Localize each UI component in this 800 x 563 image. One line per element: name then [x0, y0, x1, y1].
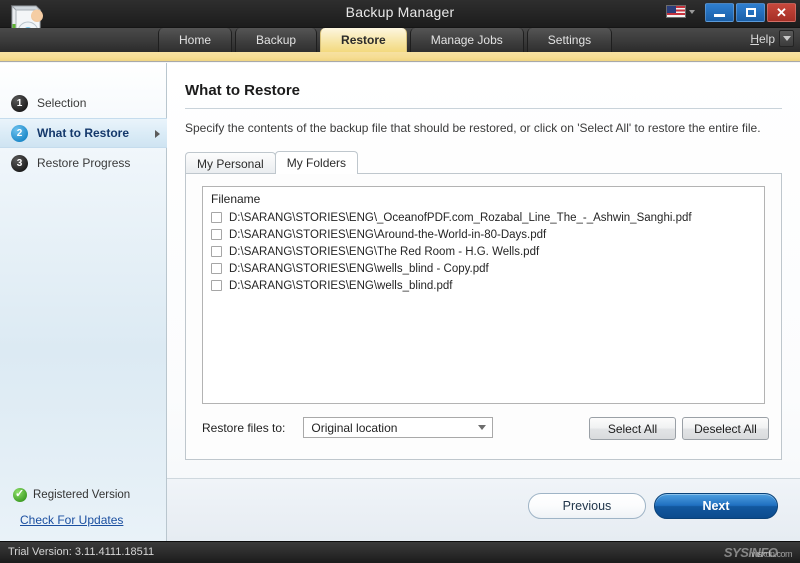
table-row[interactable]: D:\SARANG\STORIES\ENG\wells_blind.pdf — [203, 277, 764, 294]
file-name: D:\SARANG\STORIES\ENG\wells_blind.pdf — [229, 279, 453, 292]
language-selector[interactable] — [666, 5, 695, 18]
row-checkbox[interactable] — [211, 229, 222, 240]
content-tabs: My Personal My Folders — [185, 151, 359, 174]
step-number-badge: 3 — [11, 154, 28, 172]
main-nav-tabs: Home Backup Restore Manage Jobs Settings — [158, 28, 615, 52]
check-circle-icon — [13, 487, 27, 502]
chevron-right-icon — [155, 130, 160, 138]
check-for-updates-link[interactable]: Check For Updates — [0, 513, 167, 527]
backup-manager-window: Backup Manager ✕ Home Backup Restore Man… — [0, 0, 800, 563]
watermark: SYSINFOwsxdn.com — [724, 545, 793, 560]
file-name: D:\SARANG\STORIES\ENG\The Red Room - H.G… — [229, 245, 540, 258]
file-name: D:\SARANG\STORIES\ENG\_OceanofPDF.com_Ro… — [229, 211, 692, 224]
file-name: D:\SARANG\STORIES\ENG\Around-the-World-i… — [229, 228, 547, 241]
minimize-button[interactable] — [705, 3, 734, 22]
page-title: What to Restore — [185, 82, 301, 99]
maximize-button[interactable] — [736, 3, 765, 22]
help-link[interactable]: Help — [750, 32, 775, 46]
watermark-sub: wsxdn.com — [751, 549, 792, 559]
restore-location-select[interactable]: Original location — [303, 417, 494, 438]
chevron-down-icon — [689, 9, 695, 14]
main-content: What to Restore Specify the contents of … — [167, 63, 800, 541]
step-number-badge: 2 — [11, 124, 28, 142]
tab-my-personal[interactable]: My Personal — [185, 152, 276, 174]
row-checkbox[interactable] — [211, 212, 222, 223]
tab-panel-my-folders: Filename D:\SARANG\STORIES\ENG\_OceanofP… — [185, 173, 782, 460]
tab-my-folders[interactable]: My Folders — [274, 151, 359, 174]
column-header-filename: Filename — [211, 192, 261, 206]
registration-status: Registered Version — [0, 485, 167, 505]
select-all-button[interactable]: Select All — [589, 417, 676, 440]
close-icon: ✕ — [776, 5, 787, 20]
next-button[interactable]: Next — [654, 493, 778, 519]
table-row[interactable]: D:\SARANG\STORIES\ENG\The Red Room - H.G… — [203, 243, 764, 260]
window-controls: ✕ — [705, 3, 796, 22]
wizard-sidebar: 1 Selection 2 What to Restore 3 Restore … — [0, 63, 167, 541]
trial-version-label: Trial Version: 3.11.4111.18511 — [8, 546, 155, 558]
registered-version-label: Registered Version — [33, 489, 131, 501]
tab-restore[interactable]: Restore — [320, 28, 407, 52]
help-label-rest: elp — [758, 31, 775, 46]
deselect-all-button[interactable]: Deselect All — [682, 417, 769, 440]
row-checkbox[interactable] — [211, 246, 222, 257]
table-row[interactable]: D:\SARANG\STORIES\ENG\wells_blind - Copy… — [203, 260, 764, 277]
chevron-down-icon — [782, 36, 791, 41]
title-bar: Backup Manager ✕ — [0, 0, 800, 43]
wizard-steps: 1 Selection 2 What to Restore 3 Restore … — [0, 88, 167, 178]
page-description: Specify the contents of the backup file … — [185, 121, 761, 135]
table-row[interactable]: D:\SARANG\STORIES\ENG\Around-the-World-i… — [203, 226, 764, 243]
restore-location-value: Original location — [311, 420, 398, 435]
status-bar: Trial Version: 3.11.4111.18511 SYSINFOws… — [0, 541, 800, 563]
sidebar-item-label: Selection — [37, 96, 87, 110]
main-nav-bar: Home Backup Restore Manage Jobs Settings… — [0, 28, 800, 52]
sidebar-footer: Registered Version Check For Updates — [0, 485, 167, 527]
tab-home[interactable]: Home — [158, 28, 233, 52]
help-dropdown-button[interactable] — [779, 30, 794, 47]
sidebar-item-label: Restore Progress — [37, 156, 131, 170]
sidebar-item-label: What to Restore — [37, 126, 130, 140]
help-area: Help — [750, 30, 794, 47]
tab-backup[interactable]: Backup — [235, 28, 318, 52]
close-button[interactable]: ✕ — [767, 3, 796, 22]
wizard-footer: Previous Next — [167, 478, 800, 541]
restore-files-to-label: Restore files to: — [202, 420, 286, 435]
sidebar-item-what-to-restore[interactable]: 2 What to Restore — [0, 118, 167, 148]
accent-band — [0, 52, 800, 62]
step-number-badge: 1 — [11, 94, 28, 112]
restore-options-row: Restore files to: Original location Sele… — [202, 417, 769, 440]
tab-manage-jobs[interactable]: Manage Jobs — [409, 28, 524, 52]
sidebar-item-selection[interactable]: 1 Selection — [0, 88, 167, 118]
maximize-icon — [745, 8, 756, 17]
file-name: D:\SARANG\STORIES\ENG\wells_blind - Copy… — [229, 262, 489, 275]
file-list[interactable]: Filename D:\SARANG\STORIES\ENG\_OceanofP… — [202, 186, 765, 404]
title-divider — [185, 108, 782, 109]
row-checkbox[interactable] — [211, 263, 222, 274]
table-row[interactable]: D:\SARANG\STORIES\ENG\_OceanofPDF.com_Ro… — [203, 209, 764, 226]
us-flag-icon — [666, 5, 686, 18]
tab-settings[interactable]: Settings — [526, 28, 613, 52]
sidebar-item-restore-progress[interactable]: 3 Restore Progress — [0, 148, 167, 178]
minimize-icon — [714, 14, 725, 17]
row-checkbox[interactable] — [211, 280, 222, 291]
chevron-down-icon — [478, 425, 487, 430]
previous-button[interactable]: Previous — [528, 493, 646, 519]
